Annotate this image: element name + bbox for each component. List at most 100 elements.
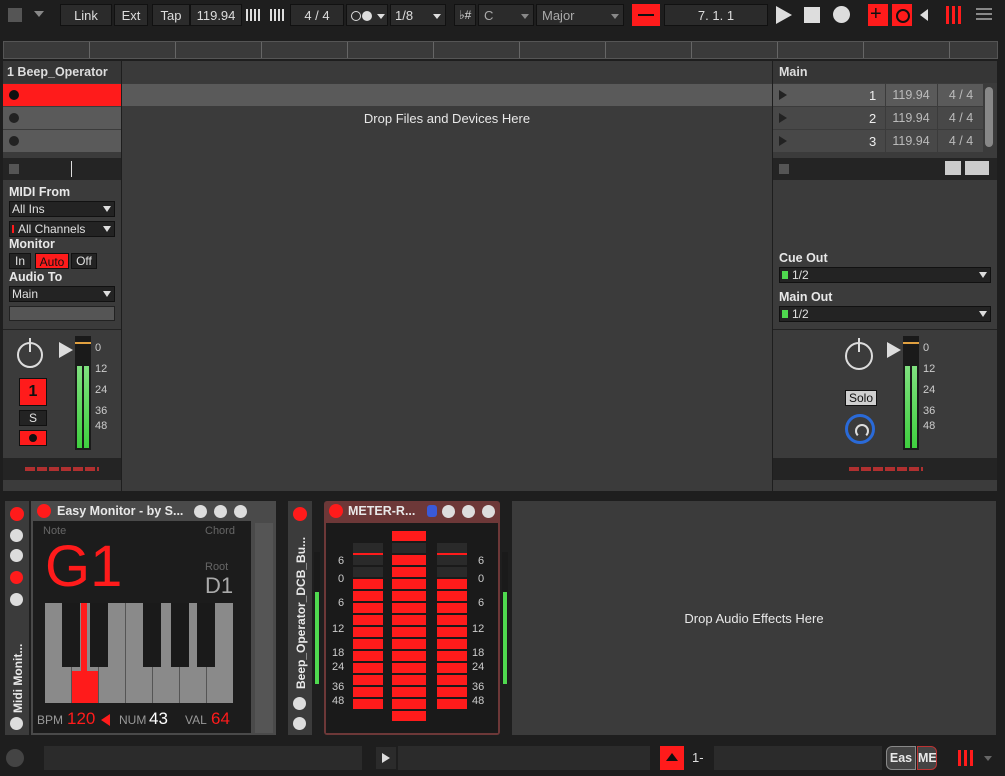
record-icon[interactable] xyxy=(833,6,850,23)
sync-icon[interactable] xyxy=(462,505,475,518)
position-field[interactable]: 7. 1. 1 xyxy=(664,4,768,26)
device-title-bar[interactable]: Easy Monitor - by S... xyxy=(31,501,276,521)
midi-meter-icon[interactable] xyxy=(958,750,976,766)
scene-row-1[interactable]: 1 119.94 4 / 4 xyxy=(773,84,983,106)
stop-clips-icon[interactable] xyxy=(9,164,19,174)
chevron-down-icon[interactable] xyxy=(34,11,44,17)
device-activator-icon[interactable] xyxy=(293,507,307,521)
scene-signature[interactable]: 4 / 4 xyxy=(937,84,984,106)
save-icon[interactable] xyxy=(293,717,306,730)
main-track-name[interactable]: Main xyxy=(773,61,997,83)
pan-knob[interactable] xyxy=(845,338,873,370)
device-activator-icon[interactable] xyxy=(37,504,51,518)
save-icon[interactable] xyxy=(234,505,247,518)
arrangement-overview[interactable] xyxy=(3,41,998,59)
chevron-down-icon[interactable] xyxy=(984,756,992,761)
monitor-off-button[interactable]: Off xyxy=(71,253,97,269)
settings-icon[interactable] xyxy=(10,529,23,542)
scale-value: Major xyxy=(542,8,575,23)
save-icon[interactable] xyxy=(482,505,495,518)
meter-scale-36: 36 xyxy=(95,405,108,417)
scene-tempo[interactable]: 119.94 xyxy=(885,84,936,106)
pan-knob[interactable] xyxy=(17,338,43,368)
scene-signature[interactable]: 4 / 4 xyxy=(937,130,984,152)
tempo-field[interactable]: 119.94 xyxy=(190,4,242,26)
time-signature-field[interactable]: 4 / 4 xyxy=(290,4,344,26)
capture-icon[interactable] xyxy=(920,9,928,21)
drop-effects-zone[interactable]: Drop Audio Effects Here xyxy=(512,501,996,735)
cue-out-dropdown[interactable]: 1/2 xyxy=(779,267,991,283)
scene-signature[interactable]: 4 / 4 xyxy=(937,107,984,129)
main-out-dropdown[interactable]: 1/2 xyxy=(779,306,991,322)
stop-icon[interactable] xyxy=(804,7,820,23)
chain-icon[interactable] xyxy=(10,571,23,584)
info-icon[interactable] xyxy=(6,749,24,767)
scale-dropdown[interactable]: Major xyxy=(536,4,624,26)
midi-channel-dropdown[interactable]: All Channels xyxy=(9,221,115,237)
solo-button[interactable]: S xyxy=(19,410,47,426)
audio-to-channel-field[interactable] xyxy=(9,306,115,321)
scene-row-2[interactable]: 2 119.94 4 / 4 xyxy=(773,107,983,129)
device-tab-me[interactable]: ME xyxy=(917,746,937,770)
device-activator-icon[interactable] xyxy=(10,507,24,521)
device-tab-easy[interactable]: Eas xyxy=(886,746,916,770)
map-icon[interactable] xyxy=(194,505,207,518)
monitor-in-button[interactable]: In xyxy=(9,253,31,269)
scene-tempo[interactable]: 119.94 xyxy=(885,130,936,152)
volume-meter[interactable] xyxy=(75,336,91,450)
main-panel: Main 1 119.94 4 / 4 2 119.94 4 / 4 3 119… xyxy=(773,61,997,491)
hand-icon[interactable] xyxy=(427,505,437,517)
scene-list-icon[interactable] xyxy=(965,161,989,175)
device-activator-icon[interactable] xyxy=(329,504,343,518)
scene-scrollbar[interactable] xyxy=(985,87,993,147)
volume-arrow-icon[interactable] xyxy=(887,342,901,358)
sidebar-toggle-icon[interactable] xyxy=(8,8,22,22)
audio-to-dropdown[interactable]: Main xyxy=(9,286,115,302)
nudge-up-icon[interactable] xyxy=(270,9,286,21)
meter-segment xyxy=(392,543,426,553)
follow-button[interactable] xyxy=(632,4,660,26)
sync-icon[interactable] xyxy=(214,505,227,518)
play-icon[interactable] xyxy=(776,6,792,24)
cue-volume-knob[interactable] xyxy=(845,414,875,444)
menu-icon[interactable] xyxy=(976,8,992,22)
clip-slot-1[interactable] xyxy=(3,84,121,106)
device-scrollbar[interactable] xyxy=(255,523,273,733)
automation-arm-button[interactable] xyxy=(892,4,912,26)
meter-title-bar[interactable]: METER-R... xyxy=(324,501,500,521)
map-icon[interactable] xyxy=(442,505,455,518)
rack-name[interactable]: Midi Monit... xyxy=(11,603,25,713)
tap-button[interactable]: Tap xyxy=(152,4,190,26)
sync-icon[interactable] xyxy=(293,697,306,710)
link-button[interactable]: Link xyxy=(60,4,112,26)
nudge-down-icon[interactable] xyxy=(246,9,262,21)
scene-tempo[interactable]: 119.94 xyxy=(885,107,936,129)
quantize-dropdown[interactable]: 1/8 xyxy=(390,4,446,26)
volume-arrow-icon[interactable] xyxy=(59,342,73,358)
play-scene-icon[interactable] xyxy=(779,136,787,146)
clip-slot-3[interactable] xyxy=(3,130,121,152)
play-scene-icon[interactable] xyxy=(779,90,787,100)
solo-button[interactable]: Solo xyxy=(845,390,877,406)
play-scene-icon[interactable] xyxy=(779,113,787,123)
main-volume-meter[interactable] xyxy=(903,336,919,450)
ext-button[interactable]: Ext xyxy=(114,4,148,26)
clip-slot-2[interactable] xyxy=(3,107,121,129)
track-name[interactable]: 1 Beep_Operator xyxy=(3,61,121,83)
macro-icon[interactable] xyxy=(10,549,23,562)
midi-from-dropdown[interactable]: All Ins xyxy=(9,201,115,217)
insert-scene-icon[interactable] xyxy=(945,161,961,175)
key-dropdown[interactable]: C xyxy=(478,4,534,26)
arrangement-area[interactable]: Drop Files and Devices Here xyxy=(122,61,772,491)
overdub-button[interactable]: + xyxy=(868,3,888,26)
save-icon[interactable] xyxy=(10,717,23,730)
key-toggle-button[interactable]: ♭# xyxy=(454,4,476,26)
track-activator-button[interactable]: 1 xyxy=(19,378,47,406)
rack-name[interactable]: Beep_Operator_DCB_Bu... xyxy=(294,537,308,689)
stop-all-clips-icon[interactable] xyxy=(779,164,789,174)
arm-button[interactable] xyxy=(19,430,47,446)
scene-row-3[interactable]: 3 119.94 4 / 4 xyxy=(773,130,983,152)
monitor-auto-button[interactable]: Auto xyxy=(35,253,69,269)
cpu-meter-icon[interactable] xyxy=(946,6,964,24)
metronome-button[interactable] xyxy=(346,4,388,26)
